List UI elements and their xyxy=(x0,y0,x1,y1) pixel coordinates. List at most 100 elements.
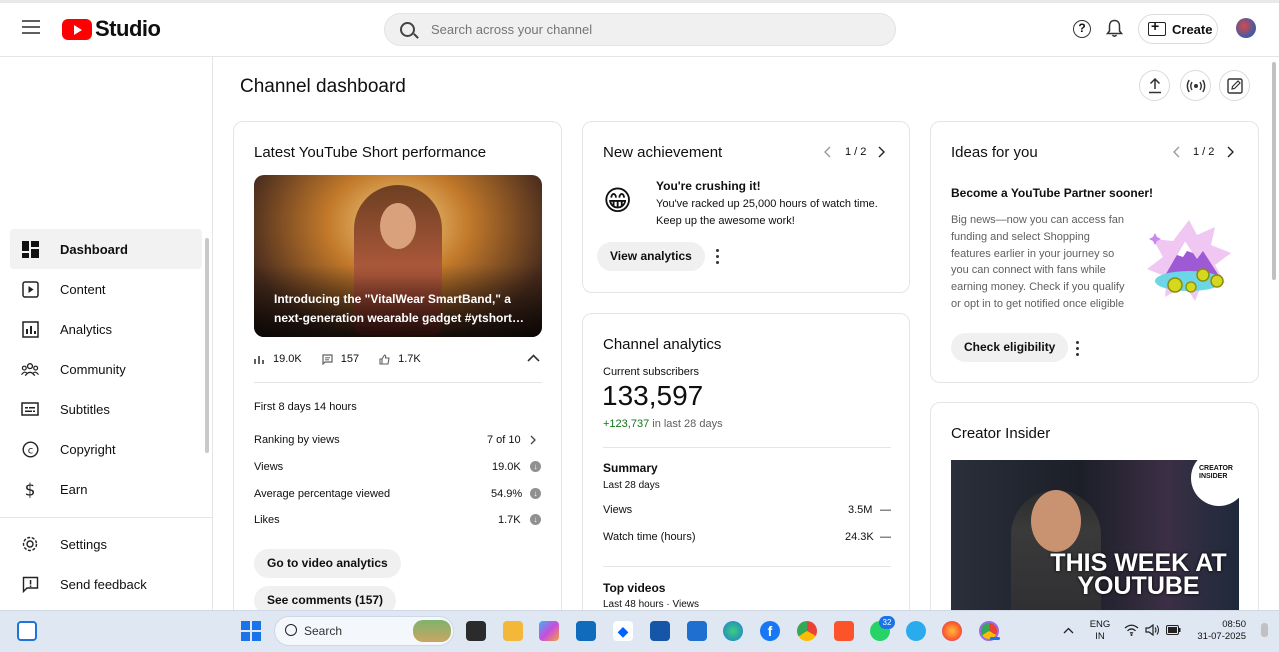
chevron-right-icon[interactable] xyxy=(1227,146,1234,158)
file-explorer-icon[interactable] xyxy=(503,621,523,641)
sidebar-scrollbar[interactable] xyxy=(205,238,209,453)
summary-watch-label: Watch time (hours) xyxy=(603,531,696,543)
earn-icon: $ xyxy=(21,480,39,499)
telegram-icon[interactable] xyxy=(906,621,926,641)
info-icon[interactable]: ↓ xyxy=(530,461,541,472)
views-label: Views xyxy=(254,461,284,473)
more-options-icon[interactable] xyxy=(1076,341,1079,356)
menu-icon[interactable] xyxy=(22,20,40,34)
content-icon xyxy=(21,280,39,298)
page-scrollbar[interactable] xyxy=(1272,62,1276,280)
short-stats: 19.0K 157 1.7K xyxy=(254,353,421,365)
sidebar-item-dashboard[interactable]: Dashboard xyxy=(10,229,202,269)
summary-period: Last 28 days xyxy=(603,480,660,491)
community-icon xyxy=(21,360,39,378)
sidebar-item-settings[interactable]: Settings xyxy=(10,524,202,564)
badge-text: CREATOR INSIDER xyxy=(1199,465,1233,480)
thumbnail-face xyxy=(380,203,416,249)
top-bar: Studio ? Create xyxy=(0,0,1279,57)
copilot-icon[interactable] xyxy=(539,621,559,641)
avatar[interactable] xyxy=(1236,18,1256,38)
task-view-icon[interactable] xyxy=(466,621,486,641)
create-label: Create xyxy=(1172,21,1213,37)
chevron-up-icon[interactable] xyxy=(527,354,540,362)
language-indicator[interactable]: ENG IN xyxy=(1088,619,1112,643)
info-icon[interactable]: ↓ xyxy=(530,488,541,499)
check-eligibility-button[interactable]: Check eligibility xyxy=(951,333,1069,362)
live-icon xyxy=(1186,79,1205,93)
language-line2: IN xyxy=(1095,631,1105,642)
clock[interactable]: 08:50 31-07-2025 xyxy=(1186,619,1246,643)
help-icon[interactable]: ? xyxy=(1073,20,1091,38)
upload-icon xyxy=(1148,77,1161,94)
views-value: 19.0K xyxy=(492,461,521,473)
go-live-button[interactable] xyxy=(1180,70,1211,101)
sidebar-item-content[interactable]: Content xyxy=(10,269,202,309)
search-input[interactable] xyxy=(431,14,871,45)
views-count: 19.0K xyxy=(273,353,302,365)
app-icon[interactable] xyxy=(687,621,707,641)
sidebar-item-community[interactable]: Community xyxy=(10,349,202,389)
create-button[interactable]: Create xyxy=(1138,14,1218,44)
short-thumbnail[interactable]: Introducing the "VitalWear SmartBand," a… xyxy=(254,175,542,337)
sidebar-item-analytics[interactable]: Analytics xyxy=(10,309,202,349)
more-options-icon[interactable] xyxy=(716,249,719,264)
notification-indicator[interactable] xyxy=(1261,623,1268,637)
sidebar-item-label: Analytics xyxy=(60,321,113,337)
chevron-left-icon[interactable] xyxy=(824,146,831,158)
view-analytics-button[interactable]: View analytics xyxy=(597,242,705,271)
summary-views-value: 3.5M xyxy=(848,504,873,516)
page-title: Channel dashboard xyxy=(240,76,406,97)
widgets-icon[interactable] xyxy=(17,621,37,641)
chrome-icon[interactable] xyxy=(797,621,817,641)
studio-logo[interactable]: Studio xyxy=(62,16,161,42)
chevron-right-icon[interactable] xyxy=(530,435,536,445)
brave-icon[interactable] xyxy=(834,621,854,641)
views-icon xyxy=(254,356,264,364)
search-icon[interactable] xyxy=(400,22,415,37)
chevron-up-icon[interactable] xyxy=(1063,627,1074,634)
edge-icon[interactable] xyxy=(723,621,743,641)
info-icon[interactable]: ↓ xyxy=(530,514,541,525)
dropbox-icon[interactable]: ◆ xyxy=(613,621,633,641)
channel-analytics-card: Channel analytics Current subscribers 13… xyxy=(582,313,910,621)
card-title: Creator Insider xyxy=(951,425,1051,442)
firefox-icon[interactable] xyxy=(942,621,962,641)
wifi-icon[interactable] xyxy=(1124,624,1139,636)
card-title: Latest YouTube Short performance xyxy=(254,144,487,161)
outlook-icon[interactable] xyxy=(576,621,596,641)
latest-short-card: Latest YouTube Short performance Introdu… xyxy=(233,121,562,621)
go-to-video-analytics-button[interactable]: Go to video analytics xyxy=(254,549,401,578)
sidebar-item-copyright[interactable]: c Copyright xyxy=(10,429,202,469)
svg-text:$: $ xyxy=(25,480,36,499)
sidebar-item-label: Settings xyxy=(60,536,107,552)
sidebar-item-label: Dashboard xyxy=(60,241,128,257)
sidebar-item-earn[interactable]: $ Earn xyxy=(10,469,202,509)
upload-button[interactable] xyxy=(1139,70,1170,101)
clock-time: 08:50 xyxy=(1222,619,1246,630)
short-caption: Introducing the "VitalWear SmartBand," a… xyxy=(274,292,525,325)
facebook-icon[interactable]: f xyxy=(760,621,780,641)
chevron-right-icon[interactable] xyxy=(878,146,885,158)
dashboard-icon xyxy=(21,240,39,258)
search-bar[interactable] xyxy=(384,13,896,46)
windows-start-icon[interactable] xyxy=(241,621,261,641)
create-post-button[interactable] xyxy=(1219,70,1250,101)
creator-insider-thumbnail[interactable]: CREATOR INSIDER THIS WEEK AT YOUTUBE xyxy=(951,460,1239,610)
summary-views-label: Views xyxy=(603,504,633,516)
period-label: First 8 days 14 hours xyxy=(254,401,357,413)
subscribers-value: 133,597 xyxy=(602,380,704,411)
subscribers-delta-suffix: in last 28 days xyxy=(652,418,723,430)
battery-icon[interactable] xyxy=(1166,625,1181,635)
avg-viewed-label: Average percentage viewed xyxy=(254,488,391,500)
sidebar-item-send-feedback[interactable]: Send feedback xyxy=(10,564,202,604)
chevron-left-icon[interactable] xyxy=(1173,146,1180,158)
pager: 1 / 2 xyxy=(845,146,867,158)
subscribers-label: Current subscribers xyxy=(603,366,699,378)
bell-icon[interactable] xyxy=(1106,19,1123,38)
achievement-body-line2: Keep up the awesome work! xyxy=(656,215,795,227)
sidebar-item-subtitles[interactable]: Subtitles xyxy=(10,389,202,429)
taskbar-search-label: Search xyxy=(304,624,343,638)
store-icon[interactable] xyxy=(650,621,670,641)
volume-icon[interactable] xyxy=(1145,624,1160,636)
